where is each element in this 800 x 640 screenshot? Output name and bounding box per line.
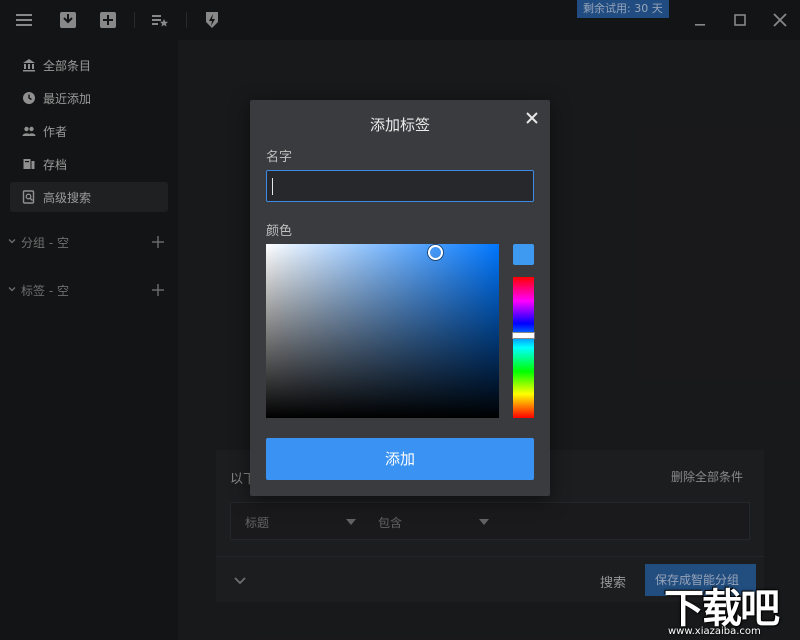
name-label: 名字 bbox=[266, 150, 293, 165]
black-gradient bbox=[266, 244, 499, 418]
color-label: 颜色 bbox=[266, 224, 293, 239]
saturation-value-picker[interactable] bbox=[266, 244, 499, 418]
hue-slider[interactable] bbox=[513, 277, 534, 418]
dialog-title: 添加标签 bbox=[369, 116, 430, 134]
close-icon[interactable] bbox=[524, 110, 540, 126]
text-cursor bbox=[272, 178, 273, 195]
watermark-url: www.xiazaiba.com bbox=[668, 626, 761, 637]
color-preview-swatch bbox=[513, 244, 534, 265]
add-tag-dialog: 添加标签 名字 颜色 添加 bbox=[250, 100, 550, 496]
watermark-logo: 下载吧 www.xiazaiba.com bbox=[660, 576, 800, 640]
add-button[interactable]: 添加 bbox=[266, 438, 534, 480]
color-picker-handle[interactable] bbox=[428, 245, 443, 260]
tag-name-input[interactable] bbox=[266, 170, 534, 202]
hue-slider-thumb[interactable] bbox=[512, 331, 535, 339]
